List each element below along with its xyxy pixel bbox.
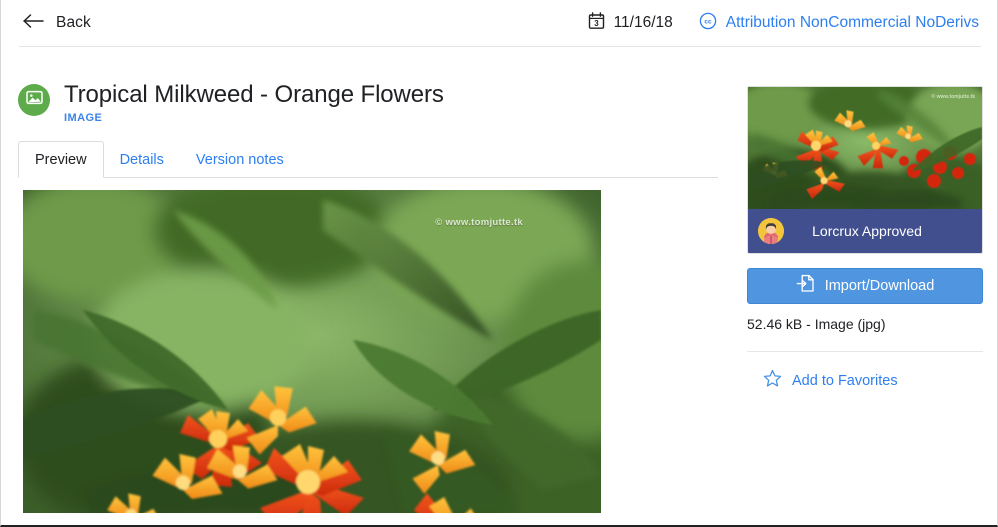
import-download-button[interactable]: Import/Download	[747, 268, 983, 304]
thumbnail-image[interactable]: © www.tomjutte.tk	[748, 87, 982, 209]
asset-kind-label: IMAGE	[64, 112, 103, 124]
tab-details[interactable]: Details	[104, 142, 180, 177]
calendar-icon: 3	[588, 11, 605, 35]
add-to-favorites-button[interactable]: Add to Favorites	[747, 369, 983, 393]
header-right-group: 3 11/16/18 cc Attribution NonCommercial …	[588, 11, 979, 35]
import-file-icon	[796, 274, 815, 298]
preview-watermark: © www.tomjutte.tk	[435, 217, 523, 228]
asset-title-row: Tropical Milkweed - Orange Flowers IMAGE	[18, 80, 444, 124]
thumbnail-photo-graphic	[748, 87, 982, 209]
preview-image[interactable]: © www.tomjutte.tk	[23, 190, 601, 513]
file-meta-text: 52.46 kB - Image (jpg)	[747, 316, 886, 332]
calendar-day-number: 3	[594, 19, 599, 28]
creative-commons-icon: cc	[699, 12, 717, 35]
import-download-label: Import/Download	[824, 278, 935, 294]
header-divider	[19, 46, 981, 47]
license-label: Attribution NonCommercial NoDerivs	[725, 14, 979, 31]
sidebar: © www.tomjutte.tk Lorcrux Approved Impor…	[747, 86, 983, 393]
tab-version-notes[interactable]: Version notes	[180, 142, 300, 177]
tab-preview[interactable]: Preview	[18, 141, 104, 178]
tab-bar: Preview Details Version notes	[18, 141, 718, 178]
svg-text:cc: cc	[704, 18, 712, 25]
asset-detail-page: Back 3 11/16/18 cc Attribution NonCommer…	[0, 0, 998, 527]
page-header: Back 3 11/16/18 cc Attribution NonCommer…	[1, 0, 997, 46]
license-link[interactable]: cc Attribution NonCommercial NoDerivs	[699, 12, 979, 35]
thumbnail-watermark: © www.tomjutte.tk	[931, 94, 976, 100]
image-icon	[25, 90, 43, 110]
page-title: Tropical Milkweed - Orange Flowers	[64, 81, 444, 108]
date-text: 11/16/18	[613, 14, 673, 31]
arrow-left-icon	[23, 13, 45, 34]
preview-photo-graphic	[23, 190, 601, 513]
star-outline-icon	[763, 369, 782, 393]
thumbnail-card: © www.tomjutte.tk Lorcrux Approved	[747, 86, 983, 254]
add-to-favorites-label: Add to Favorites	[792, 373, 898, 389]
user-avatar-icon	[758, 218, 784, 244]
approval-banner: Lorcrux Approved	[748, 209, 982, 253]
sidebar-divider	[747, 351, 983, 352]
asset-title-text: Tropical Milkweed - Orange Flowers IMAGE	[64, 80, 444, 124]
asset-type-badge	[18, 84, 50, 116]
publish-date: 3 11/16/18	[588, 11, 673, 35]
back-button[interactable]: Back	[23, 13, 91, 34]
back-label: Back	[56, 14, 91, 31]
approval-label: Lorcrux Approved	[812, 223, 922, 239]
